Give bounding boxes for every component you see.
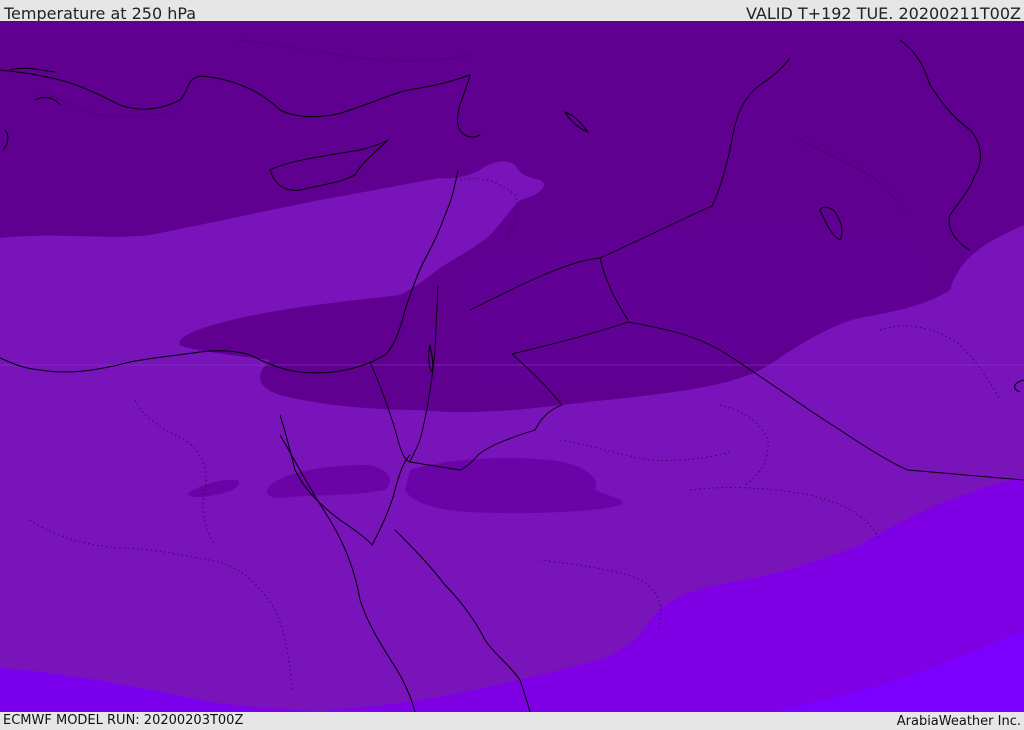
model-run-label: ECMWF MODEL RUN: 20200203T00Z	[3, 713, 244, 728]
credit-label: ArabiaWeather Inc.	[896, 714, 1021, 729]
header-bar: Temperature at 250 hPa VALID T+192 TUE. …	[0, 0, 1024, 23]
footer-bar: ECMWF MODEL RUN: 20200203T00Z ArabiaWeat…	[0, 712, 1024, 729]
temperature-map[interactable]	[0, 21, 1024, 712]
map-canvas	[0, 21, 1024, 712]
